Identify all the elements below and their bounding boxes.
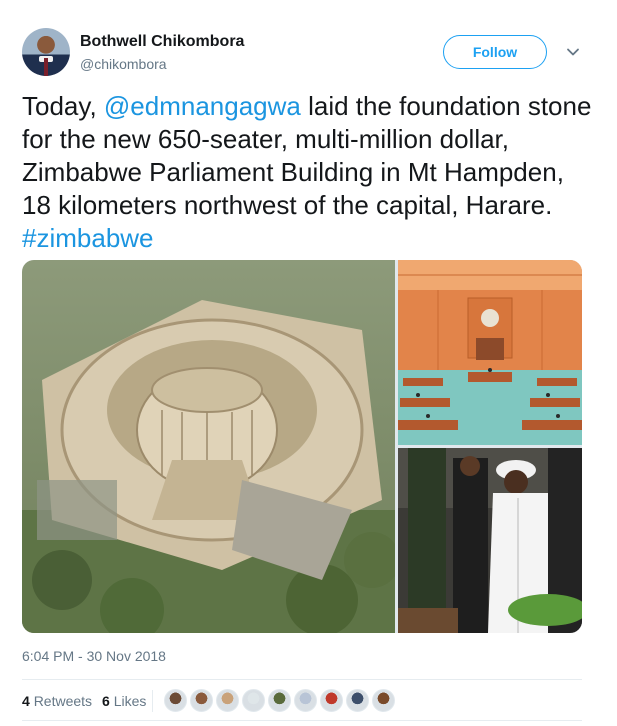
tweet-text: Today, @edmnangagwa laid the foundation … (22, 90, 592, 255)
stats-separator (152, 690, 153, 712)
tweet-stats: 4 Retweets 6 Likes (22, 693, 146, 709)
author-avatar[interactable] (22, 28, 70, 76)
chevron-down-icon[interactable] (565, 44, 581, 60)
liker-avatar[interactable] (372, 689, 395, 712)
likes-count: 6 (102, 693, 110, 709)
retweets-count: 4 (22, 693, 30, 709)
tweet-card: Bothwell Chikombora @chikombora Follow T… (0, 0, 617, 726)
likes-label: Likes (113, 693, 147, 709)
mention-link[interactable]: @edmnangagwa (104, 91, 301, 121)
retweets-stat[interactable]: 4 Retweets (22, 693, 92, 709)
likes-stat[interactable]: 6 Likes (102, 693, 146, 709)
follow-button[interactable]: Follow (443, 35, 547, 69)
tweet-timestamp[interactable]: 6:04 PM - 30 Nov 2018 (22, 648, 166, 664)
parliament-rendering-image (22, 260, 395, 633)
liker-avatar[interactable] (216, 689, 239, 712)
tweet-text-start: Today, (22, 91, 104, 121)
liker-avatars (164, 689, 395, 712)
liker-avatar[interactable] (294, 689, 317, 712)
divider-bottom (22, 720, 582, 721)
photo-groundbreaking[interactable] (398, 448, 582, 633)
liker-avatar[interactable] (190, 689, 213, 712)
liker-avatar[interactable] (268, 689, 291, 712)
photo-chamber-interior[interactable] (398, 260, 582, 445)
author-handle[interactable]: @chikombora (80, 56, 167, 72)
liker-avatar[interactable] (164, 689, 187, 712)
liker-avatar[interactable] (242, 689, 265, 712)
liker-avatar[interactable] (346, 689, 369, 712)
groundbreaking-image (398, 448, 582, 633)
retweets-label: Retweets (33, 693, 93, 709)
media-grid (22, 260, 582, 633)
avatar-tie (44, 58, 48, 76)
liker-avatar[interactable] (320, 689, 343, 712)
hashtag-link[interactable]: #zimbabwe (22, 223, 154, 253)
author-name[interactable]: Bothwell Chikombora (80, 33, 244, 51)
chamber-interior-image (398, 260, 582, 445)
divider-top (22, 679, 582, 680)
photo-parliament-rendering[interactable] (22, 260, 395, 633)
